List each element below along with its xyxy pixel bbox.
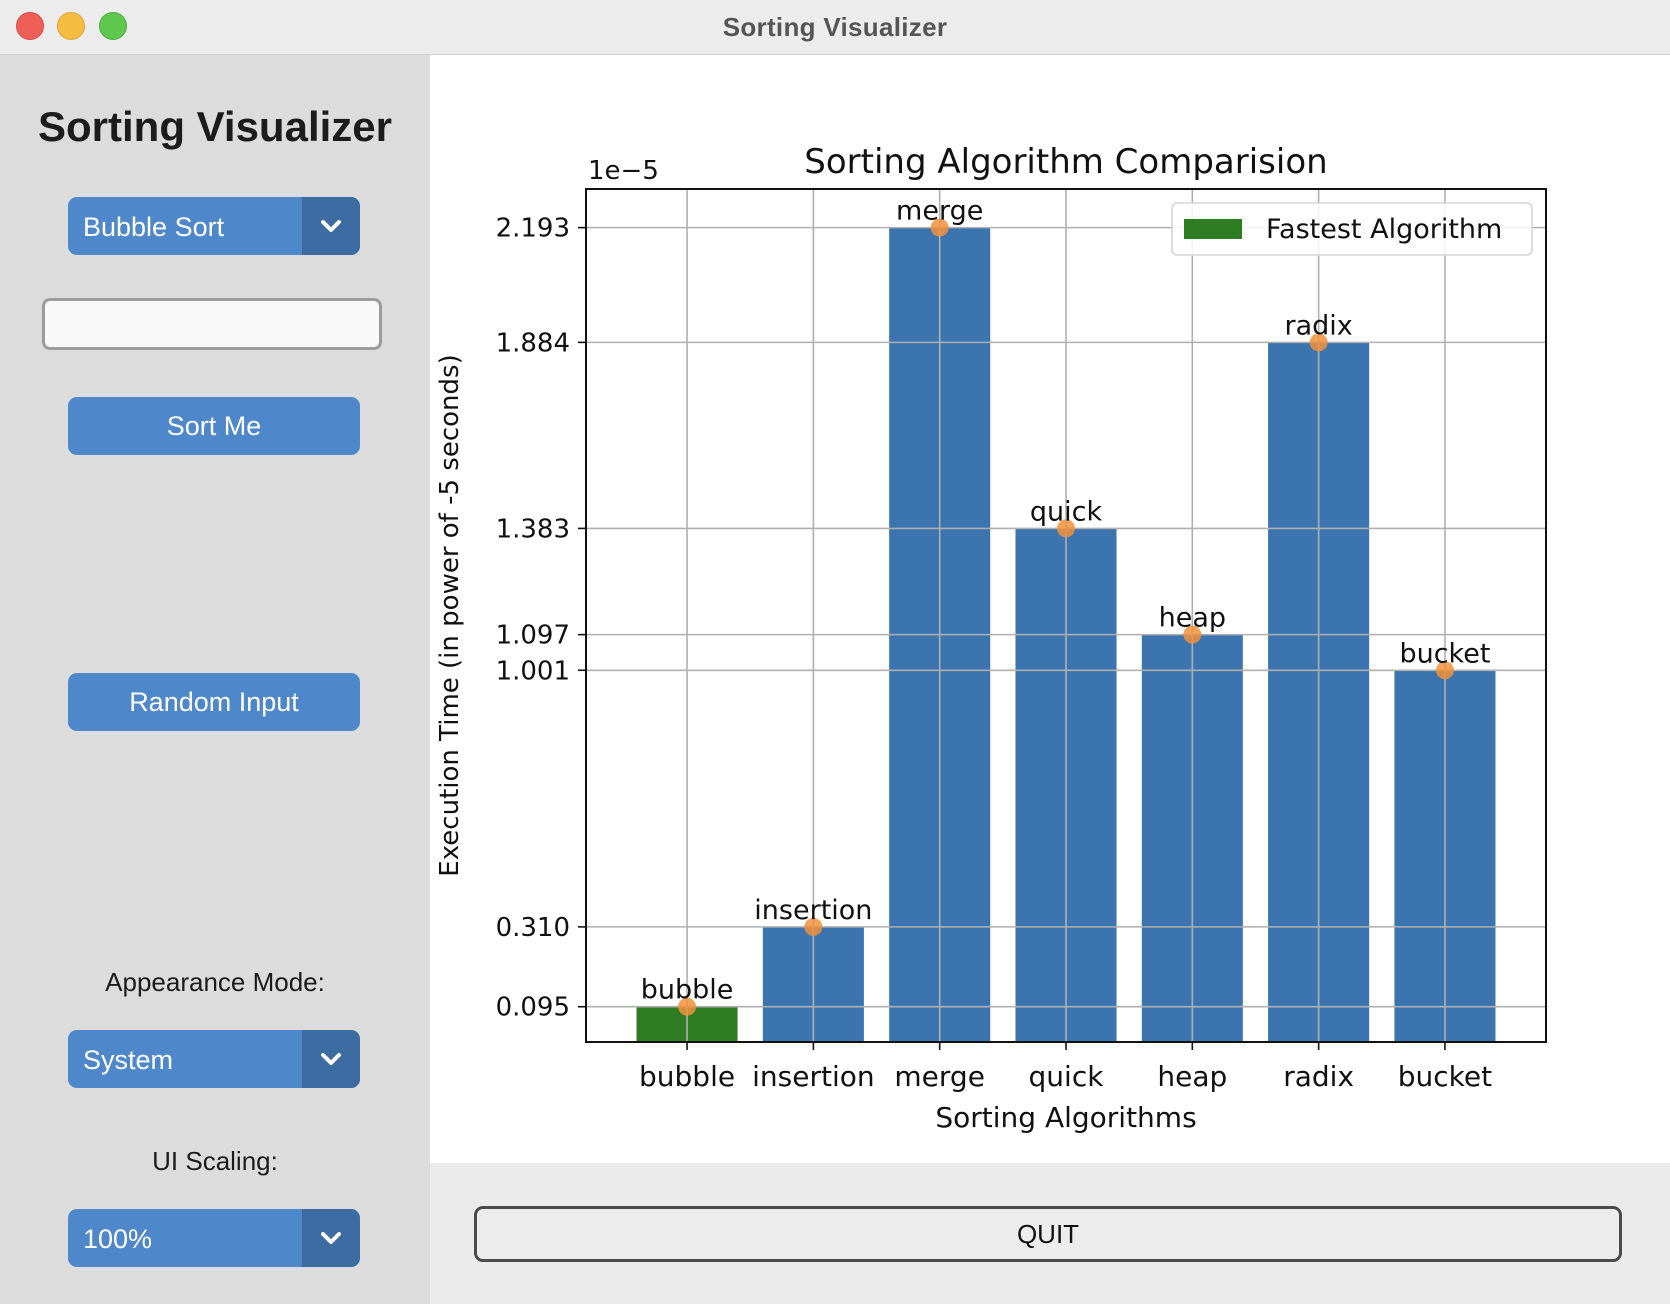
x-tick-label-insertion: insertion <box>752 1060 875 1093</box>
x-tick-label-heap: heap <box>1157 1060 1227 1093</box>
appearance-mode-label: Appearance Mode: <box>105 967 325 997</box>
x-tick-label-merge: merge <box>894 1060 985 1093</box>
bar-label-merge: merge <box>896 196 983 227</box>
x-tick-label-radix: radix <box>1283 1060 1354 1093</box>
appearance-mode-value: System <box>83 1045 174 1075</box>
quit-button[interactable]: QUIT <box>474 1206 1622 1262</box>
ui-scaling-label: UI Scaling: <box>152 1146 278 1176</box>
sidebar: Sorting Visualizer Bubble Sort Sort Me R… <box>0 55 430 1304</box>
appearance-mode-arrow[interactable] <box>302 1030 360 1088</box>
x-tick-label-bucket: bucket <box>1398 1060 1492 1093</box>
random-input-button[interactable]: Random Input <box>68 673 360 731</box>
execution-time-chart: bubble insertion merge quick heap radix bucket… <box>435 142 1547 1134</box>
ui-scaling-value: 100% <box>83 1224 153 1254</box>
bar-label-insertion: insertion <box>754 895 872 926</box>
array-input[interactable] <box>42 298 382 350</box>
window-title: Sorting Visualizer <box>722 12 948 42</box>
y-tick-label: 0.310 <box>496 913 570 943</box>
bar-label-heap: heap <box>1159 603 1226 634</box>
y-tick-label: 1.097 <box>496 621 570 651</box>
x-axis-label: Sorting Algorithms <box>935 1101 1196 1134</box>
y-tick-label: 1.001 <box>496 656 570 686</box>
chevron-down-icon <box>321 220 341 232</box>
algorithm-dropdown[interactable]: Bubble Sort <box>68 197 360 255</box>
sidebar-title: Sorting Visualizer <box>38 103 392 150</box>
x-tick-label-bubble: bubble <box>639 1060 735 1093</box>
plot-panel: bubble insertion merge quick heap radix bucket… <box>430 55 1670 1163</box>
sort-me-button[interactable]: Sort Me <box>68 397 360 455</box>
app-window: Sorting Visualizer Sorting Visualizer Bu… <box>0 0 1670 1304</box>
algorithm-dropdown-arrow[interactable] <box>302 197 360 255</box>
legend-swatch <box>1184 219 1242 239</box>
y-tick-label: 1.383 <box>496 514 570 544</box>
x-tick-label-quick: quick <box>1029 1060 1105 1093</box>
y-axis-label: Execution Time (in power of -5 seconds) <box>435 354 465 876</box>
ui-scaling-dropdown[interactable]: 100% <box>68 1209 360 1267</box>
bar-label-bucket: bucket <box>1399 638 1490 669</box>
chevron-down-icon <box>321 1053 341 1065</box>
chart-title: Sorting Algorithm Comparision <box>804 142 1327 182</box>
chevron-down-icon <box>321 1232 341 1244</box>
ui-scaling-arrow[interactable] <box>302 1209 360 1267</box>
bar-label-radix: radix <box>1284 310 1352 341</box>
bar-label-bubble: bubble <box>641 975 734 1006</box>
appearance-mode-dropdown[interactable]: System <box>68 1030 360 1088</box>
title-bar: Sorting Visualizer <box>0 0 1670 55</box>
y-tick-label: 2.193 <box>496 214 570 244</box>
legend-label: Fastest Algorithm <box>1266 214 1502 245</box>
y-tick-label: 1.884 <box>496 328 570 358</box>
bar-label-quick: quick <box>1030 496 1103 527</box>
algorithm-dropdown-value: Bubble Sort <box>83 212 225 242</box>
y-offset-label: 1e−5 <box>588 156 659 186</box>
y-tick-label: 0.095 <box>496 993 570 1023</box>
